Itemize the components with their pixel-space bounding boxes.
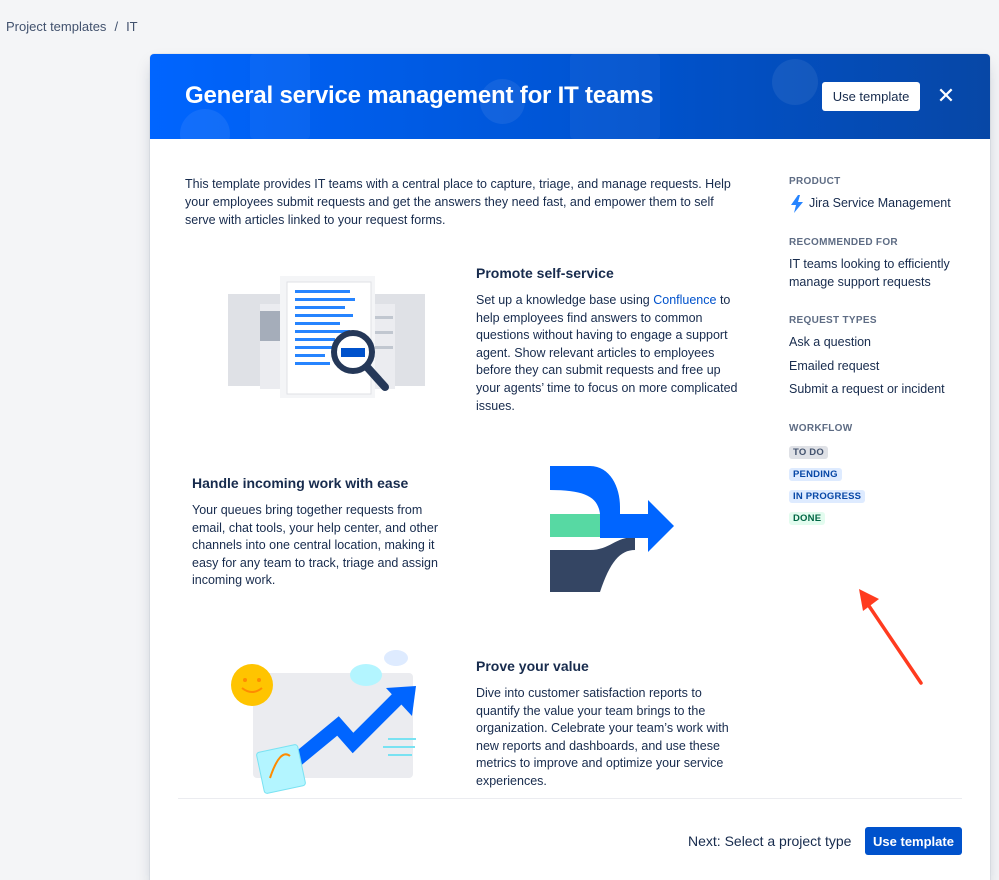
product-label: PRODUCT — [789, 176, 841, 187]
modal-header: General service management for IT teams … — [150, 54, 990, 139]
workflow-section: WORKFLOW TO DO PENDING IN PROGRESS DONE — [789, 423, 969, 530]
feature-prove-your-value: Prove your value Dive into customer sati… — [476, 658, 746, 791]
recommended-text: IT teams looking to efficiently manage s… — [789, 257, 950, 289]
recommended-section: RECOMMENDED FOR IT teams looking to effi… — [789, 237, 969, 291]
request-type-item: Submit a request or incident — [789, 382, 945, 397]
growth-chart-illustration — [231, 650, 416, 794]
confluence-link[interactable]: Confluence — [653, 293, 716, 307]
product-section: PRODUCT Jira Service Management — [789, 176, 969, 213]
request-types-section: REQUEST TYPES Ask a question Emailed req… — [789, 315, 969, 399]
template-details-sidebar: PRODUCT Jira Service Management RECOMMEN… — [789, 176, 969, 554]
request-type-item: Emailed request — [789, 358, 880, 373]
workflow-status-badge: TO DO — [789, 445, 828, 459]
feature-title: Prove your value — [476, 658, 589, 674]
template-modal: General service management for IT teams … — [150, 54, 990, 880]
product-name: Jira Service Management — [809, 196, 951, 211]
feature-body: Your queues bring together requests from… — [192, 503, 438, 588]
feature-title: Handle incoming work with ease — [192, 475, 409, 491]
next-step-text: Next: Select a project type — [688, 833, 852, 849]
template-description: This template provides IT teams with a c… — [185, 177, 731, 227]
feature-body: Set up a knowledge base using Confluence… — [476, 293, 738, 413]
recommended-label: RECOMMENDED FOR — [789, 237, 898, 248]
use-template-button-header[interactable]: Use template — [822, 82, 920, 111]
feature-handle-incoming-work: Handle incoming work with ease Your queu… — [192, 475, 452, 590]
document-search-illustration — [228, 276, 425, 398]
annotation-arrow-icon — [859, 589, 923, 685]
workflow-status-badge: PENDING — [789, 467, 842, 481]
workflow-label: WORKFLOW — [789, 422, 853, 434]
request-type-item: Ask a question — [789, 335, 871, 350]
request-types-label: REQUEST TYPES — [789, 315, 877, 327]
feature-promote-self-service: Promote self-service Set up a knowledge … — [476, 265, 746, 415]
feature-body: Dive into customer satisfaction reports … — [476, 686, 729, 788]
merge-arrows-illustration — [550, 466, 674, 592]
footer-divider — [178, 798, 962, 799]
breadcrumb-separator: / — [114, 19, 119, 34]
workflow-status-badge: DONE — [789, 511, 826, 525]
breadcrumb: Project templates / IT — [6, 19, 138, 34]
breadcrumb-current[interactable]: IT — [126, 19, 138, 34]
use-template-button[interactable]: Use template — [865, 827, 962, 855]
breadcrumb-root[interactable]: Project templates — [6, 19, 106, 34]
close-icon[interactable]: ✕ — [934, 84, 958, 108]
jira-service-management-icon — [791, 195, 803, 213]
workflow-status-badge: IN PROGRESS — [789, 489, 866, 503]
modal-title: General service management for IT teams — [185, 82, 654, 109]
feature-title: Promote self-service — [476, 265, 614, 281]
